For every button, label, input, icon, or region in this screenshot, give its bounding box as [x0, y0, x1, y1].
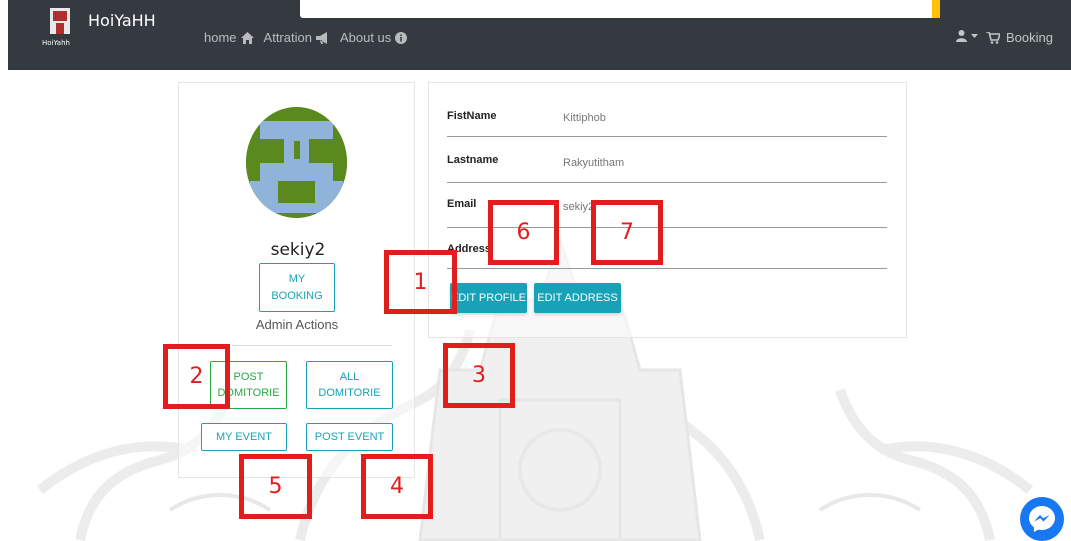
home-icon — [240, 31, 254, 44]
my-booking-button[interactable]: MY BOOKING — [259, 263, 335, 312]
user-icon — [956, 30, 967, 42]
annotation-box-5: 5 — [239, 454, 312, 519]
avatar — [246, 107, 347, 218]
my-event-button[interactable]: MY EVENT — [201, 423, 287, 451]
my-event-label: MY EVENT — [215, 430, 273, 443]
annotation-box-7: 7 — [591, 200, 663, 265]
lastname-label: Lastname — [447, 154, 499, 166]
brand-logo-caption: HoiYahh — [42, 39, 70, 47]
bullhorn-icon — [315, 31, 327, 44]
messenger-icon — [1029, 506, 1055, 532]
firstname-value: Kittiphob — [563, 112, 606, 124]
nav-home-link[interactable]: home — [204, 30, 254, 45]
annotation-number-4: 4 — [390, 474, 404, 499]
search-accent — [932, 0, 940, 18]
annotation-number-2: 2 — [189, 364, 204, 389]
email-label: Email — [447, 198, 477, 210]
firstname-divider — [447, 136, 887, 137]
nav-attraction-link[interactable]: Attration — [264, 30, 330, 45]
nav-home-label: home — [204, 30, 237, 45]
annotation-box-4: 4 — [361, 454, 433, 519]
info-circle-icon — [395, 31, 408, 44]
booking-link[interactable]: Booking — [986, 30, 1053, 45]
my-booking-label: MY BOOKING — [271, 273, 323, 302]
caret-down-icon — [971, 34, 978, 38]
booking-label: Booking — [1006, 30, 1053, 45]
annotation-number-6: 6 — [516, 220, 531, 245]
annotation-number-5: 5 — [268, 474, 283, 499]
post-event-label: POST EVENT — [314, 430, 385, 443]
nav-about-label: About us — [339, 30, 392, 45]
brand-name[interactable]: HoiYaHH — [88, 11, 156, 30]
cart-icon — [986, 31, 1000, 44]
admin-divider — [232, 345, 392, 346]
brand-logo-icon[interactable] — [44, 6, 76, 36]
lastname-value: Rakyutitham — [563, 157, 625, 169]
address-divider — [447, 268, 887, 269]
all-dormitory-button[interactable]: ALL DOMITORIE — [306, 361, 393, 409]
lastname-divider — [447, 182, 887, 183]
annotation-box-3: 3 — [443, 343, 515, 408]
edit-profile-label: EDIT PROFILE — [451, 292, 526, 304]
annotation-box-2: 2 — [163, 344, 230, 409]
edit-address-label: EDIT ADDRESS — [537, 292, 618, 304]
nav-about-link[interactable]: About us — [339, 30, 408, 45]
edit-address-button[interactable]: EDIT ADDRESS — [534, 283, 621, 313]
user-menu-toggle[interactable] — [956, 30, 978, 42]
annotation-box-6: 6 — [488, 200, 559, 265]
messenger-chat-button[interactable] — [1020, 497, 1064, 541]
all-dormitory-label: ALL DOMITORIE — [318, 370, 381, 400]
annotation-number-7: 7 — [620, 220, 634, 245]
email-value: sekiy2 — [563, 201, 595, 213]
firstname-label: FistName — [447, 110, 497, 122]
annotation-number-3: 3 — [472, 363, 486, 388]
profile-username: sekiy2 — [270, 240, 326, 260]
nav-links: home Attration About us — [204, 30, 408, 45]
search-bar[interactable] — [300, 0, 940, 18]
admin-actions-title: Admin Actions — [255, 317, 339, 332]
nav-attraction-label: Attration — [263, 30, 312, 45]
edit-profile-button[interactable]: EDIT PROFILE — [450, 283, 527, 313]
annotation-box-1: 1 — [384, 250, 457, 314]
post-event-button[interactable]: POST EVENT — [306, 423, 393, 451]
annotation-number-1: 1 — [413, 269, 428, 295]
